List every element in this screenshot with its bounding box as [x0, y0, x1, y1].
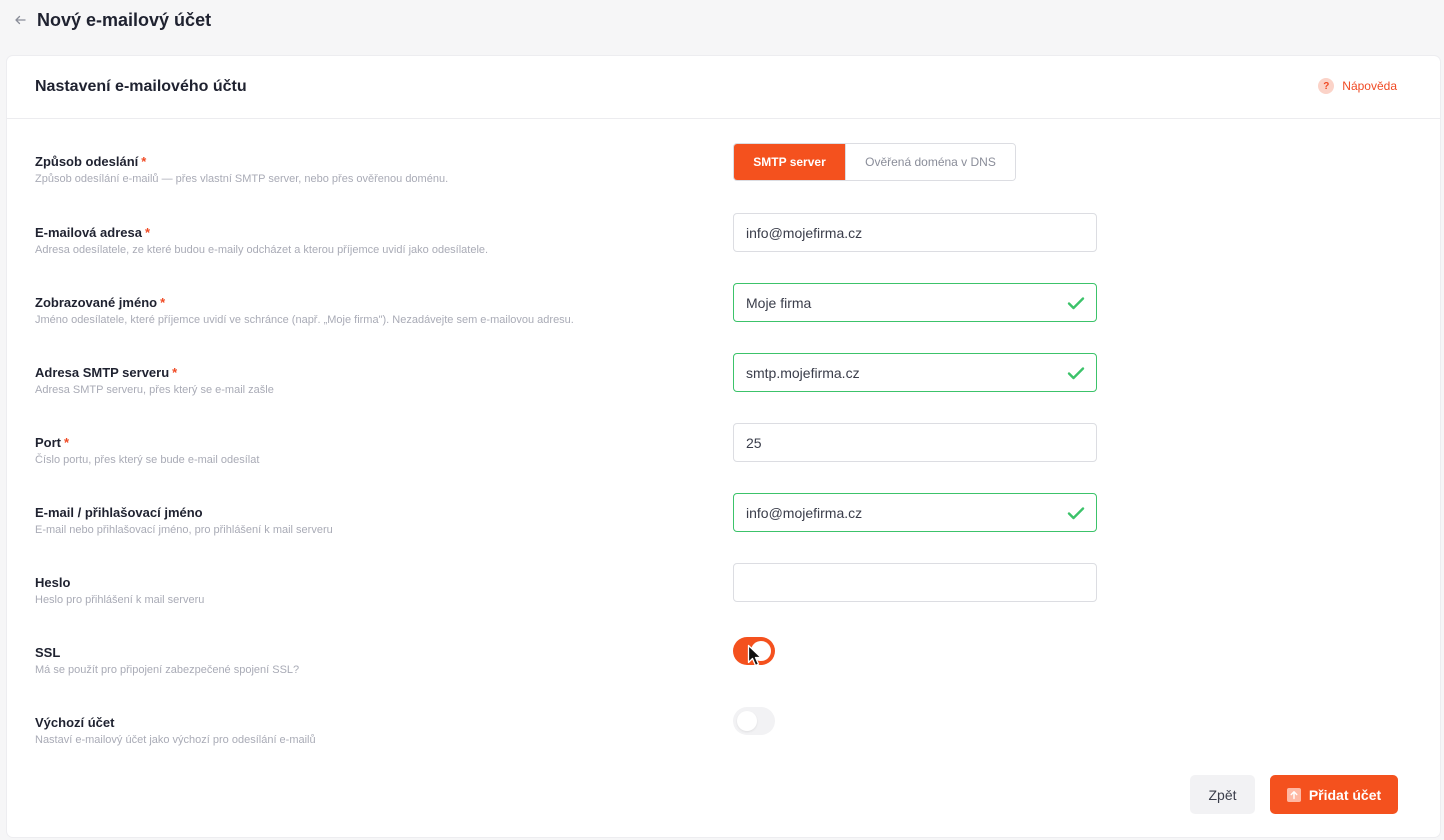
- login-value: info@mojefirma.cz: [746, 504, 863, 521]
- ssl-label: SSL: [35, 645, 61, 660]
- help-link[interactable]: ? Nápověda: [1318, 78, 1397, 94]
- page-header: Nový e-mailový účet: [0, 0, 1444, 40]
- smtp-host-label: Adresa SMTP serveru *: [35, 365, 178, 380]
- default-account-desc: Nastaví e-mailový účet jako výchozí pro …: [35, 734, 316, 746]
- required-mark: *: [160, 295, 166, 310]
- ssl-toggle[interactable]: [733, 637, 775, 667]
- email-label: E-mailová adresa *: [35, 225, 151, 240]
- smtp-server-option[interactable]: SMTP server: [734, 144, 845, 180]
- smtp-host-input[interactable]: smtp.mojefirma.cz: [733, 353, 1097, 392]
- card-header: Nastavení e-mailového účtu ? Nápověda: [7, 56, 1440, 119]
- back-arrow-icon[interactable]: [12, 12, 28, 28]
- cursor-icon: [747, 644, 762, 667]
- port-desc: Číslo portu, přes který se bude e-mail o…: [35, 454, 260, 466]
- required-mark: *: [141, 154, 147, 169]
- smtp-host-desc: Adresa SMTP serveru, přes který se e-mai…: [35, 384, 274, 396]
- toggle-knob: [737, 711, 757, 731]
- login-label: E-mail / přihlašovací jméno: [35, 505, 203, 520]
- check-icon: [1067, 297, 1085, 310]
- display-name-label: Zobrazované jméno *: [35, 295, 166, 310]
- display-name-desc: Jméno odesílatele, které příjemce uvidí …: [35, 314, 574, 326]
- help-label: Nápověda: [1342, 79, 1397, 93]
- add-account-button[interactable]: Přidat účet: [1270, 775, 1398, 814]
- page-title: Nový e-mailový účet: [37, 9, 212, 30]
- back-button[interactable]: Zpět: [1190, 775, 1255, 814]
- required-mark: *: [144, 225, 151, 240]
- check-icon: [1067, 367, 1085, 380]
- display-name-value: Moje firma: [746, 294, 812, 311]
- add-account-label: Přidat účet: [1308, 786, 1382, 803]
- verified-domain-option[interactable]: Ověřená doména v DNS: [845, 144, 1015, 180]
- required-mark: *: [172, 365, 178, 380]
- port-input[interactable]: 25: [733, 423, 1097, 462]
- send-method-segmented: SMTP server Ověřená doména v DNS: [733, 143, 1016, 181]
- help-icon: ?: [1318, 78, 1335, 94]
- send-method-desc: Způsob odesílání e-mailů — přes vlastní …: [35, 173, 449, 185]
- password-input[interactable]: [733, 563, 1097, 602]
- password-desc: Heslo pro přihlášení k mail serveru: [35, 594, 205, 606]
- password-label: Heslo: [35, 575, 71, 590]
- upload-icon: [1286, 787, 1301, 802]
- default-account-label: Výchozí účet: [35, 715, 115, 730]
- smtp-host-value: smtp.mojefirma.cz: [746, 364, 860, 381]
- login-desc: E-mail nebo přihlašovací jméno, pro přih…: [35, 524, 333, 536]
- send-method-label: Způsob odeslání *: [35, 154, 147, 169]
- login-input[interactable]: info@mojefirma.cz: [733, 493, 1097, 532]
- settings-card: Nastavení e-mailového účtu ? Nápověda Zp…: [7, 56, 1440, 837]
- default-account-toggle[interactable]: [733, 707, 775, 735]
- display-name-input[interactable]: Moje firma: [733, 283, 1097, 322]
- ssl-desc: Má se použít pro připojení zabezpečené s…: [35, 664, 300, 676]
- email-input[interactable]: info@mojefirma.cz: [733, 213, 1097, 252]
- check-icon: [1067, 507, 1085, 520]
- card-title: Nastavení e-mailového účtu: [35, 78, 247, 95]
- email-desc: Adresa odesílatele, ze které budou e-mai…: [35, 244, 489, 256]
- port-label: Port *: [35, 435, 70, 450]
- required-mark: *: [64, 435, 70, 450]
